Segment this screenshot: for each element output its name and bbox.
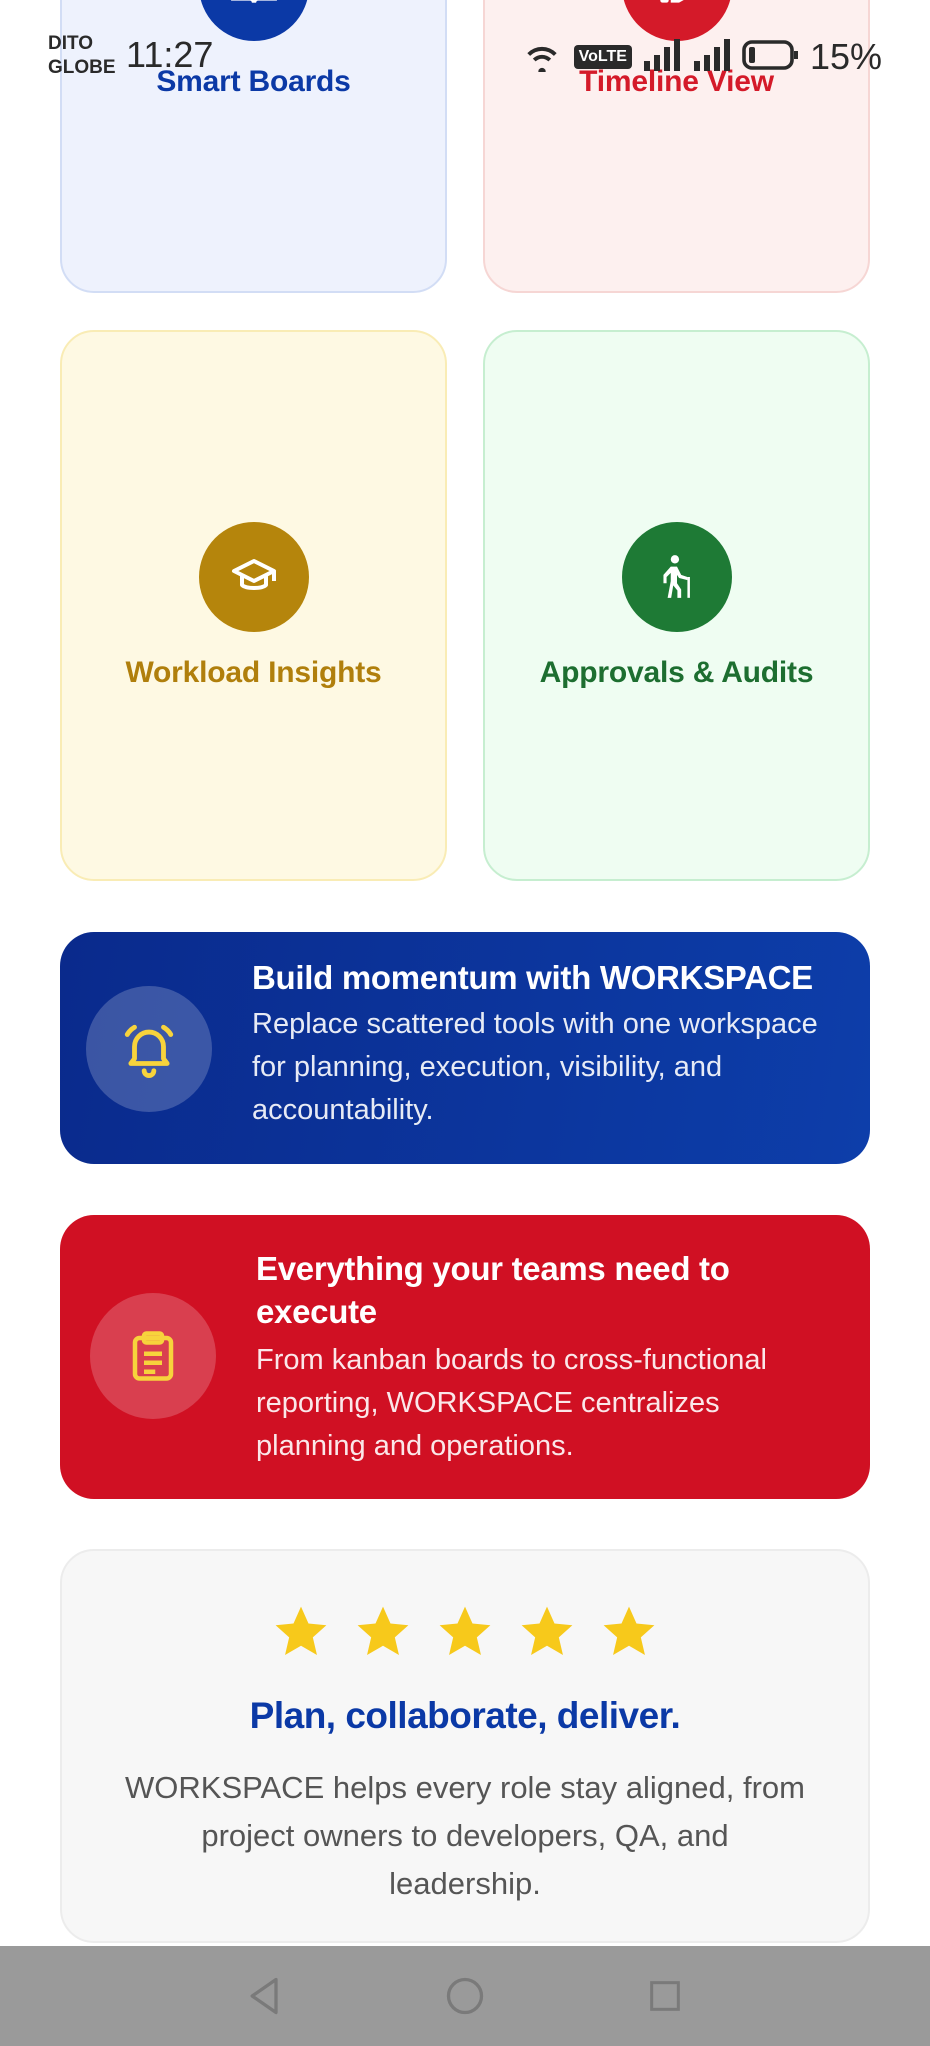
feature-card-workload-insights[interactable]: Workload Insights — [60, 330, 447, 881]
feature-card-label: Smart Boards — [156, 65, 351, 98]
recents-icon[interactable] — [630, 1961, 700, 2031]
bell-icon — [86, 986, 212, 1112]
banner-everything-teams-need[interactable]: Everything your teams need to execute Fr… — [60, 1215, 870, 1499]
feature-card-approvals-audits[interactable]: Approvals & Audits — [483, 330, 870, 881]
banner-body: Replace scattered tools with one workspa… — [252, 1008, 818, 1126]
back-icon[interactable] — [230, 1961, 300, 2031]
graduation-cap-icon — [198, 521, 309, 632]
banner-body: From kanban boards to cross-functional r… — [256, 1344, 767, 1462]
hand-icon — [621, 0, 732, 41]
star-icon — [357, 1606, 409, 1655]
banner-text: Everything your teams need to execute Fr… — [256, 1247, 836, 1468]
person-cane-icon — [621, 521, 732, 632]
star-icon — [275, 1606, 327, 1655]
banner-title: Everything your teams need to execute — [256, 1250, 730, 1330]
navigation-bar — [0, 1946, 930, 2046]
page: Smart Boards Timeline View Workload Insi… — [0, 0, 930, 2046]
star-icon — [521, 1606, 573, 1655]
star-rating — [62, 1603, 868, 1661]
feature-card-smart-boards[interactable]: Smart Boards — [60, 0, 447, 293]
review-title: Plan, collaborate, deliver. — [249, 1695, 681, 1736]
feature-card-label: Timeline View — [579, 65, 774, 98]
feature-card-timeline-view[interactable]: Timeline View — [483, 0, 870, 293]
feature-card-label: Approvals & Audits — [539, 655, 814, 689]
banner-title: Build momentum with WORKSPACE — [252, 959, 813, 996]
feature-card-label: Workload Insights — [125, 655, 382, 689]
star-icon — [603, 1606, 655, 1655]
home-icon[interactable] — [430, 1961, 500, 2031]
review-card: Plan, collaborate, deliver. WORKSPACE he… — [60, 1549, 870, 1943]
clipboard-icon — [90, 1293, 216, 1419]
review-body: WORKSPACE helps every role stay aligned,… — [125, 1770, 805, 1901]
banner-text: Build momentum with WORKSPACE Replace sc… — [252, 956, 836, 1132]
star-icon — [439, 1606, 491, 1655]
book-icon — [198, 0, 309, 41]
banner-build-momentum[interactable]: Build momentum with WORKSPACE Replace sc… — [60, 932, 870, 1164]
